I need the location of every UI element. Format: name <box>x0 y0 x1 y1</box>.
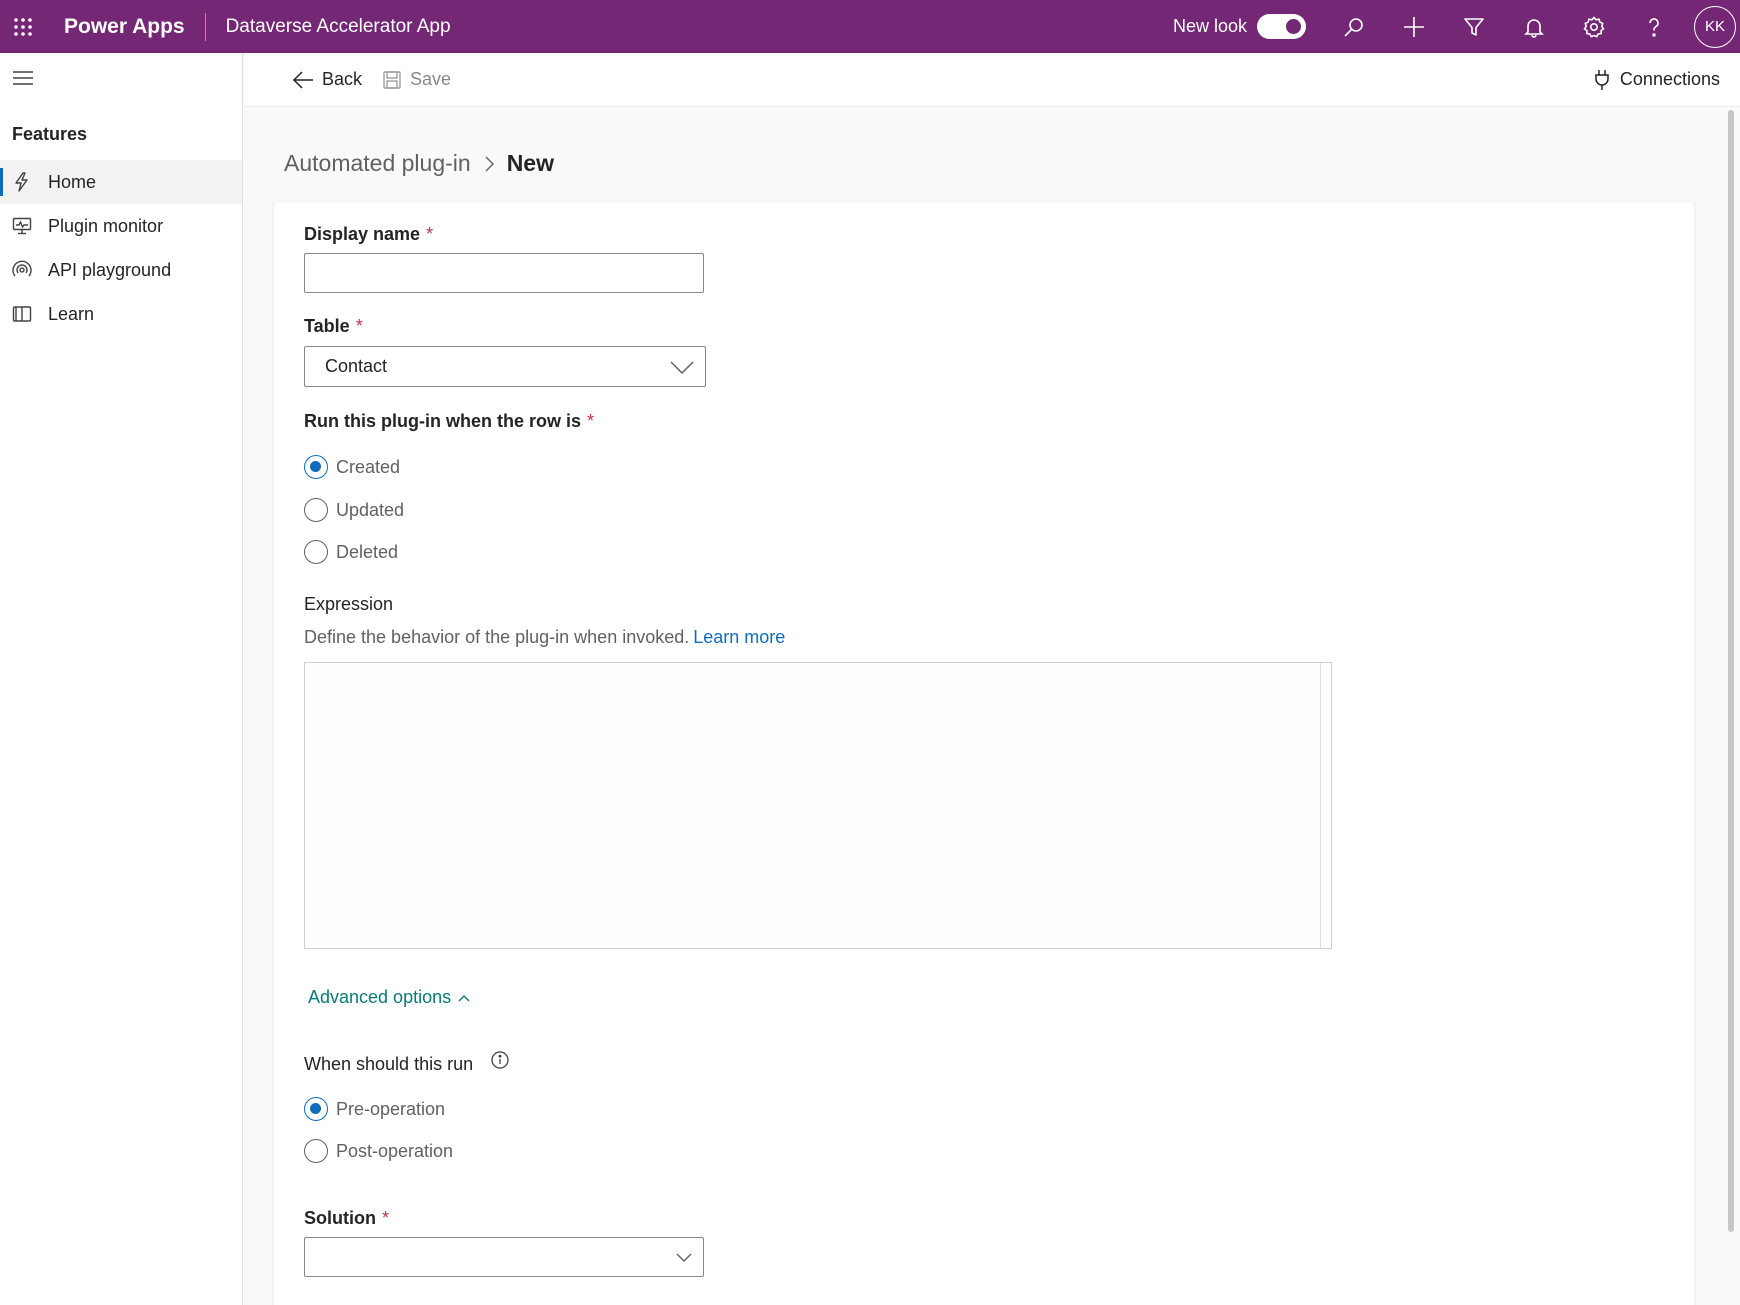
radio-label: Pre-operation <box>336 1098 446 1119</box>
form-card: Display name * Table * Contact Run this pl… <box>274 202 1694 1305</box>
expression-label: Expression <box>304 594 394 614</box>
new-look-label: New look <box>1172 16 1247 36</box>
radio-button <box>304 1097 328 1121</box>
sidebar-item-label: API playground <box>48 259 172 280</box>
save-label: Save <box>410 69 452 89</box>
help-icon[interactable] <box>1624 0 1684 53</box>
save-button[interactable]: Save <box>382 53 451 107</box>
chevron-down-icon <box>669 355 695 382</box>
radio-post-operation[interactable]: Post-operation <box>304 1139 453 1163</box>
lightning-icon <box>10 170 34 194</box>
sidebar-item-label: Home <box>48 171 97 192</box>
search-icon[interactable] <box>1324 0 1384 53</box>
radio-pre-operation[interactable]: Pre-operation <box>304 1097 445 1121</box>
avatar[interactable]: KK <box>1694 5 1736 48</box>
bell-icon[interactable] <box>1504 0 1564 53</box>
solution-select[interactable] <box>304 1237 704 1277</box>
radio-waves-icon <box>10 258 34 282</box>
radio-button <box>304 498 328 522</box>
app-name[interactable]: Dataverse Accelerator App <box>226 16 451 38</box>
divider <box>204 12 206 41</box>
save-icon <box>382 70 402 90</box>
when-run-label: When should this run <box>304 1054 474 1074</box>
required-marker: * <box>587 411 595 431</box>
radio-button <box>304 540 328 564</box>
plus-icon[interactable] <box>1384 0 1444 53</box>
required-marker: * <box>355 316 363 336</box>
breadcrumb-current: New <box>506 150 554 176</box>
expression-description: Define the behavior of the plug-in when … <box>304 627 786 647</box>
breadcrumb: Automated plug-in New <box>284 150 554 177</box>
arrow-left-icon <box>292 69 314 91</box>
chevron-down-icon <box>675 1248 693 1271</box>
required-marker: * <box>426 224 434 244</box>
breadcrumb-parent[interactable]: Automated plug-in <box>284 150 471 177</box>
table-select[interactable]: Contact <box>304 346 706 387</box>
top-app-bar: Power Apps Dataverse Accelerator App New… <box>0 0 1740 53</box>
display-name-label: Display name * <box>304 224 434 244</box>
hamburger-menu-icon[interactable] <box>12 67 34 89</box>
radio-button <box>304 455 328 479</box>
sidebar: Features Home Plugin monitor API playgro… <box>0 53 243 1305</box>
table-select-value: Contact <box>325 356 388 376</box>
radio-label: Deleted <box>336 541 399 562</box>
display-name-input[interactable] <box>304 253 704 293</box>
radio-button <box>304 1139 328 1163</box>
expression-editor[interactable] <box>304 662 1332 949</box>
command-bar: Back Save Connections <box>244 53 1740 107</box>
back-label: Back <box>322 69 363 89</box>
learn-more-link[interactable]: Learn more <box>693 627 785 647</box>
filter-icon[interactable] <box>1444 0 1504 53</box>
radio-updated[interactable]: Updated <box>304 498 404 522</box>
back-button[interactable]: Back <box>292 53 362 107</box>
editor-scrollbar[interactable] <box>1320 663 1321 948</box>
radio-deleted[interactable]: Deleted <box>304 540 398 564</box>
toggle-knob <box>1286 19 1301 34</box>
gear-icon[interactable] <box>1564 0 1624 53</box>
product-name[interactable]: Power Apps <box>64 15 185 39</box>
sidebar-item-plugin-monitor[interactable]: Plugin monitor <box>0 204 242 248</box>
advanced-options-toggle[interactable]: Advanced options <box>308 987 471 1008</box>
connections-label: Connections <box>1619 69 1720 89</box>
plug-icon <box>1592 69 1612 91</box>
monitor-icon <box>10 214 34 238</box>
solution-label: Solution * <box>304 1208 389 1228</box>
page-scrollbar[interactable] <box>1728 110 1734 1232</box>
radio-label: Updated <box>336 499 405 520</box>
radio-label: Created <box>336 456 401 477</box>
radio-label: Post-operation <box>336 1140 454 1161</box>
info-icon[interactable] <box>490 1050 510 1075</box>
sidebar-item-home[interactable]: Home <box>0 160 242 204</box>
chevron-right-icon <box>483 155 495 173</box>
table-label: Table * <box>304 316 363 336</box>
sidebar-item-label: Plugin monitor <box>48 215 164 236</box>
run-when-label: Run this plug-in when the row is * <box>304 411 595 431</box>
required-marker: * <box>381 1208 389 1228</box>
app-launcher-icon[interactable] <box>0 0 46 53</box>
sidebar-item-api-playground[interactable]: API playground <box>0 248 242 292</box>
book-icon <box>10 302 34 326</box>
connections-button[interactable]: Connections <box>1592 53 1720 107</box>
new-look-toggle[interactable] <box>1257 14 1306 39</box>
chevron-up-icon <box>457 993 471 1003</box>
sidebar-item-learn[interactable]: Learn <box>0 292 242 336</box>
radio-created[interactable]: Created <box>304 455 400 479</box>
sidebar-heading: Features <box>12 124 88 144</box>
sidebar-item-label: Learn <box>48 303 95 324</box>
